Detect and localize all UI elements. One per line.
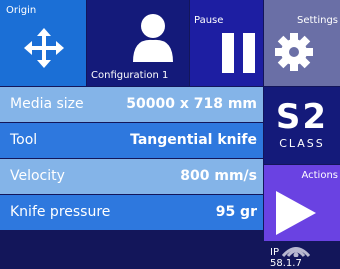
actions-label: Actions	[301, 170, 338, 181]
pause-label: Pause	[194, 15, 224, 26]
velocity-label: Velocity	[10, 168, 65, 184]
move-arrows-icon	[24, 28, 64, 68]
play-icon	[276, 191, 316, 235]
knife-pressure-row: Knife pressure 95 gr	[0, 195, 263, 230]
media-size-value: 50000 x 718 mm	[126, 96, 257, 112]
gear-icon	[275, 33, 313, 71]
tool-label: Tool	[10, 132, 38, 148]
knife-pressure-value: 95 gr	[215, 204, 257, 220]
wifi-icon	[282, 247, 311, 258]
s2-class-logo: S2 CLASS	[264, 87, 340, 164]
configuration-label: Configuration 1	[91, 70, 169, 81]
media-size-label: Media size	[10, 96, 84, 112]
logo-text-top: S2	[275, 97, 329, 137]
ip-label: IP	[270, 247, 279, 258]
tool-value: Tangential knife	[130, 132, 257, 148]
media-size-row: Media size 50000 x 718 mm	[0, 87, 263, 122]
settings-tile[interactable]: Settings	[264, 0, 340, 86]
origin-label: Origin	[6, 5, 37, 16]
knife-pressure-label: Knife pressure	[10, 204, 111, 220]
ip-status: IP 58.1.7	[270, 243, 340, 269]
velocity-value: 800 mm/s	[180, 168, 257, 184]
velocity-row: Velocity 800 mm/s	[0, 159, 263, 194]
user-icon	[133, 14, 173, 62]
pause-icon	[222, 33, 255, 73]
logo-text-bottom: CLASS	[279, 137, 325, 150]
origin-tile[interactable]: Origin	[0, 0, 86, 86]
configuration-tile[interactable]: Configuration 1	[87, 0, 189, 86]
pause-tile[interactable]: Pause	[190, 0, 263, 86]
actions-tile[interactable]: Actions	[264, 165, 340, 241]
tool-row: Tool Tangential knife	[0, 123, 263, 158]
settings-label: Settings	[296, 15, 338, 26]
